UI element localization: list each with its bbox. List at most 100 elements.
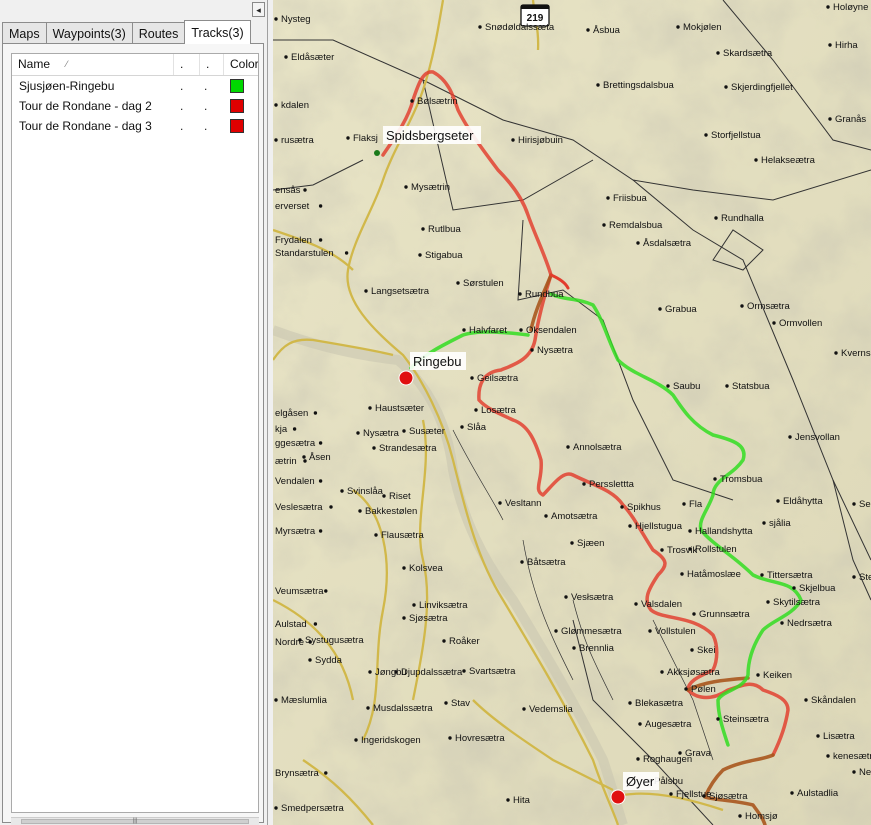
- place-label: ggesætra: [275, 438, 316, 449]
- place-label: Vollstulen: [655, 626, 696, 637]
- column-header-3[interactable]: .: [200, 54, 224, 75]
- poi-dot: [522, 707, 526, 711]
- place-label: Friisbua: [613, 193, 648, 204]
- place-label: Smedpersætra: [281, 803, 345, 814]
- scrollbar-thumb[interactable]: |||: [21, 818, 249, 824]
- poi-dot: [570, 541, 574, 545]
- waypoint-marker[interactable]: [374, 150, 380, 156]
- poi-dot: [340, 489, 344, 493]
- place-label: Djupdalssætra: [401, 667, 463, 678]
- track-name: Tour de Rondane - dag 2: [19, 99, 152, 113]
- place-label: Myrsætra: [275, 526, 316, 537]
- poi-dot: [368, 406, 372, 410]
- city-marker-oyer[interactable]: [610, 789, 626, 805]
- place-label: Veslesætra: [275, 502, 323, 513]
- poi-dot: [586, 28, 590, 32]
- place-label: Grava: [685, 748, 712, 759]
- place-label: sjålia: [769, 518, 791, 529]
- poi-dot: [564, 595, 568, 599]
- tab-maps[interactable]: Maps: [2, 22, 47, 44]
- place-label: Åsbua: [593, 25, 621, 36]
- place-label: Rollstulen: [695, 544, 737, 555]
- place-label: Valsdalen: [641, 599, 682, 610]
- poi-dot: [364, 289, 368, 293]
- place-label: Strandesætra: [379, 443, 437, 454]
- place-label: Skytilsætra: [773, 597, 821, 608]
- poi-dot: [572, 646, 576, 650]
- poi-dot: [519, 328, 523, 332]
- poi-dot: [404, 185, 408, 189]
- place-label: Hjellstugua: [635, 521, 683, 532]
- track-row[interactable]: Tour de Rondane - dag 2 . .: [12, 96, 258, 116]
- city-marker-ringebu[interactable]: [398, 370, 414, 386]
- poi-dot: [324, 589, 328, 593]
- place-label: Flaksj: [353, 133, 378, 144]
- poi-dot: [738, 814, 742, 818]
- poi-dot: [318, 441, 323, 445]
- horizontal-scrollbar[interactable]: |||: [11, 817, 259, 825]
- poi-dot: [756, 673, 760, 677]
- poi-dot: [462, 328, 466, 332]
- poi-dot: [716, 51, 720, 55]
- column-header-name[interactable]: Name ⁄: [12, 54, 174, 75]
- list-header: Name ⁄ . . Color: [12, 54, 258, 76]
- poi-dot: [313, 622, 318, 626]
- place-label: Eldåhytta: [783, 496, 823, 507]
- poi-dot: [554, 629, 558, 633]
- poi-dot: [511, 138, 515, 142]
- track-name: Sjusjøen-Ringebu: [19, 79, 115, 93]
- tab-bar: Maps Waypoints(3) Routes Tracks(3): [2, 20, 251, 44]
- track-row[interactable]: Tour de Rondane - dag 3 . .: [12, 116, 258, 136]
- poi-dot: [354, 738, 358, 742]
- track-color-swatch[interactable]: [230, 119, 244, 133]
- place-label: Slåa: [467, 422, 487, 433]
- poi-dot: [724, 85, 728, 89]
- column-name-label: Name: [18, 57, 51, 71]
- poi-dot: [506, 798, 510, 802]
- collapse-panel-button[interactable]: ◂: [252, 2, 265, 17]
- poi-dot: [442, 639, 446, 643]
- poi-dot: [852, 575, 856, 579]
- sidebar: ◂ Maps Waypoints(3) Routes Tracks(3) Nam…: [0, 0, 268, 825]
- place-label: Nordre: [275, 637, 304, 648]
- tab-routes[interactable]: Routes: [131, 22, 186, 44]
- column-header-2[interactable]: .: [174, 54, 200, 75]
- place-label: Skåndalen: [811, 695, 856, 706]
- poi-dot: [828, 117, 832, 121]
- place-label: Åsdalsætra: [643, 238, 692, 249]
- poi-dot: [658, 307, 662, 311]
- place-label: Svartsætra: [469, 666, 516, 677]
- column-header-color[interactable]: Color: [224, 54, 258, 75]
- map-canvas[interactable]: 219 NystegSnødøldalssæta Åsbua MokjølenHol…: [273, 0, 871, 825]
- poi-dot: [274, 806, 278, 810]
- poi-dot: [274, 698, 278, 702]
- place-label: Mokjølen: [683, 22, 722, 33]
- place-label: Geilsætra: [477, 373, 519, 384]
- place-label: Segalstadsætra: [859, 499, 871, 510]
- tab-waypoints[interactable]: Waypoints(3): [45, 22, 133, 44]
- track-col2: .: [180, 79, 184, 93]
- poi-dot: [680, 572, 684, 576]
- track-color-swatch[interactable]: [230, 99, 244, 113]
- track-col2: .: [180, 99, 184, 113]
- poi-dot: [669, 792, 673, 796]
- poi-dot: [292, 427, 297, 431]
- place-label: Sjøsætra: [409, 613, 448, 624]
- track-color-swatch[interactable]: [230, 79, 244, 93]
- place-label: Eldåsæter: [291, 52, 334, 63]
- place-label: Svinslåa: [347, 486, 384, 497]
- poi-dot: [766, 600, 770, 604]
- place-label: Sørstulen: [463, 278, 504, 289]
- poi-dot: [826, 754, 830, 758]
- poi-dot: [372, 446, 376, 450]
- place-label: Rundbua: [525, 289, 564, 300]
- poi-dot: [444, 701, 448, 705]
- track-row[interactable]: Sjusjøen-Ringebu . .: [12, 76, 258, 96]
- poi-dot: [666, 384, 670, 388]
- map-view[interactable]: 219 Nysteg Snødøldalssæta Åsbua Mokjølen Hol…: [273, 0, 871, 825]
- place-label: Trosvik: [667, 545, 698, 556]
- poi-dot: [412, 603, 416, 607]
- poi-dot: [790, 791, 794, 795]
- place-label: Brennlia: [579, 643, 615, 654]
- tab-tracks[interactable]: Tracks(3): [184, 20, 251, 44]
